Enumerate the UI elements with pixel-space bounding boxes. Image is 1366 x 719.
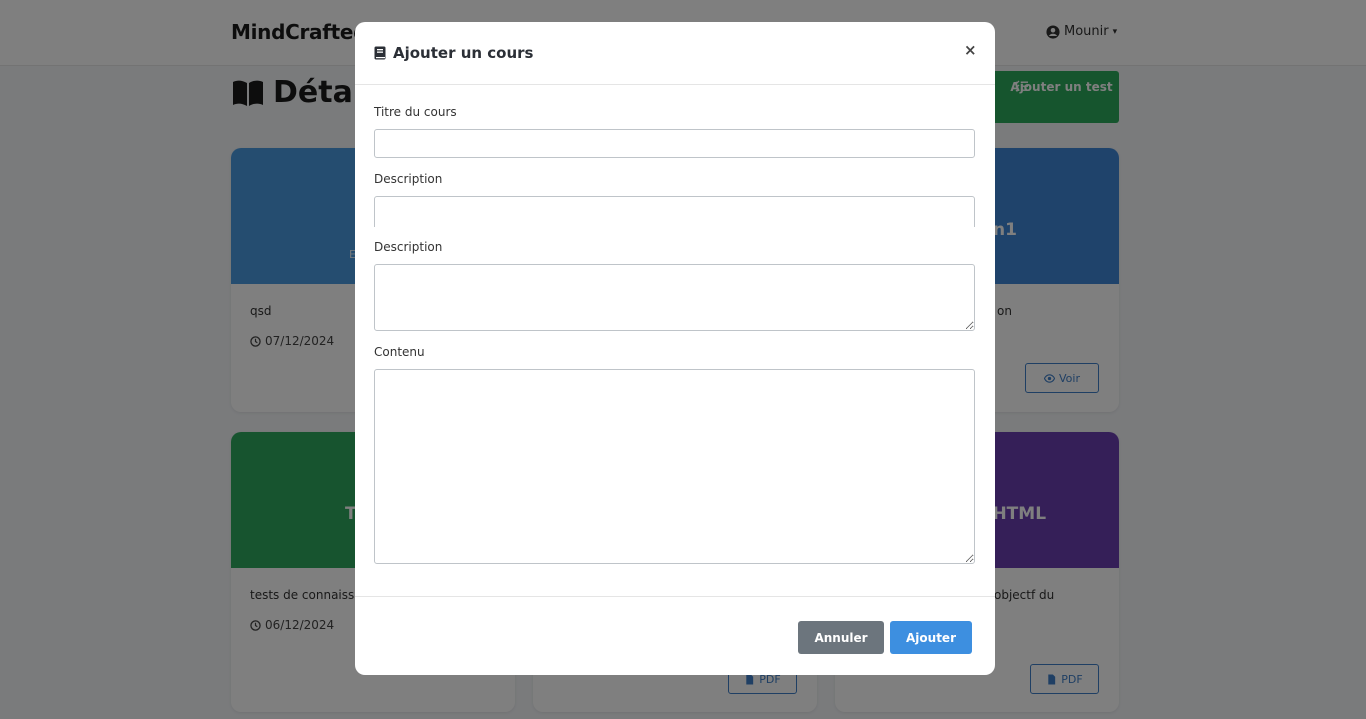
description-label: Description (374, 240, 443, 254)
description-label: Description (374, 172, 443, 186)
description-input[interactable] (374, 196, 975, 227)
description-textarea[interactable] (374, 264, 975, 331)
cancel-button[interactable]: Annuler (798, 621, 884, 654)
description-input-wrapper (374, 195, 977, 227)
add-course-modal: Ajouter un cours × Titre du cours Descri… (355, 22, 995, 675)
modal-title: Ajouter un cours (374, 44, 533, 62)
title-label: Titre du cours (374, 105, 457, 119)
add-button[interactable]: Ajouter (890, 621, 972, 654)
modal-header: Ajouter un cours × (355, 22, 995, 85)
book-icon (374, 46, 386, 60)
modal-footer: Annuler Ajouter (355, 596, 995, 675)
content-label: Contenu (374, 345, 425, 359)
content-textarea[interactable] (374, 369, 975, 564)
close-icon[interactable]: × (964, 41, 977, 59)
course-title-input[interactable] (374, 129, 975, 158)
modal-title-text: Ajouter un cours (393, 44, 534, 62)
